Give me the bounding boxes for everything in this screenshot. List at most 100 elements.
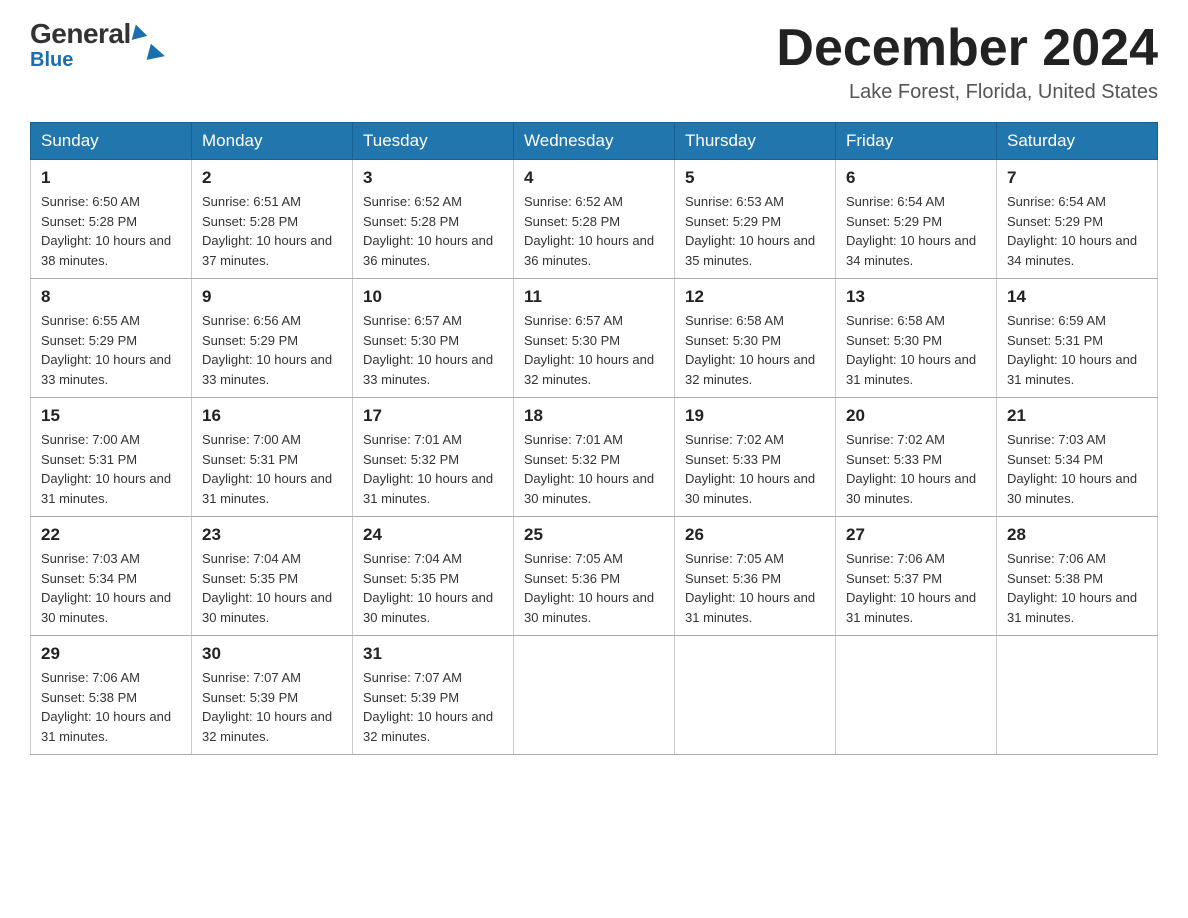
calendar-day-25: 25 Sunrise: 7:05 AMSunset: 5:36 PMDayligh… xyxy=(514,517,675,636)
page-header: General► Blue December 2024 Lake Forest,… xyxy=(30,20,1158,104)
calendar-day-2: 2 Sunrise: 6:51 AMSunset: 5:28 PMDaylight… xyxy=(192,160,353,279)
day-number: 6 xyxy=(846,168,986,188)
day-info: Sunrise: 7:04 AMSunset: 5:35 PMDaylight:… xyxy=(363,549,503,627)
calendar-header-row: SundayMondayTuesdayWednesdayThursdayFrid… xyxy=(31,123,1158,160)
day-number: 20 xyxy=(846,406,986,426)
day-number: 11 xyxy=(524,287,664,307)
day-info: Sunrise: 6:55 AMSunset: 5:29 PMDaylight:… xyxy=(41,311,181,389)
title-area: December 2024 Lake Forest, Florida, Unit… xyxy=(776,20,1158,104)
day-info: Sunrise: 7:06 AMSunset: 5:38 PMDaylight:… xyxy=(41,668,181,746)
calendar-week-2: 8Sunrise: 6:55 AMSunset: 5:29 PMDaylight… xyxy=(31,279,1158,398)
day-info: Sunrise: 7:03 AMSunset: 5:34 PMDaylight:… xyxy=(1007,430,1147,508)
day-number: 29 xyxy=(41,644,181,664)
calendar-day-26: 26Sunrise: 7:05 AMSunset: 5:36 PMDayligh… xyxy=(675,517,836,636)
day-info: Sunrise: 7:00 AMSunset: 5:31 PMDaylight:… xyxy=(202,430,342,508)
day-info: Sunrise: 7:06 AMSunset: 5:38 PMDaylight:… xyxy=(1007,549,1147,627)
day-info: Sunrise: 7:03 AMSunset: 5:34 PMDaylight:… xyxy=(41,549,181,627)
calendar-day-11: 11 Sunrise: 6:57 AMSunset: 5:30 PMDayligh… xyxy=(514,279,675,398)
calendar-day-28: 28 Sunrise: 7:06 AMSunset: 5:38 PMDayligh… xyxy=(997,517,1158,636)
day-info: Sunrise: 6:53 AMSunset: 5:29 PMDaylight:… xyxy=(685,192,825,270)
calendar-day-14: 14 Sunrise: 6:59 AMSunset: 5:31 PMDayligh… xyxy=(997,279,1158,398)
calendar-week-5: 29 Sunrise: 7:06 AMSunset: 5:38 PMDayligh… xyxy=(31,636,1158,755)
day-info: Sunrise: 7:00 AMSunset: 5:31 PMDaylight:… xyxy=(41,430,181,508)
day-number: 27 xyxy=(846,525,986,545)
calendar-day-4: 4 Sunrise: 6:52 AMSunset: 5:28 PMDaylight… xyxy=(514,160,675,279)
day-number: 25 xyxy=(524,525,664,545)
calendar-empty-cell xyxy=(836,636,997,755)
day-number: 4 xyxy=(524,168,664,188)
day-info: Sunrise: 6:57 AMSunset: 5:30 PMDaylight:… xyxy=(524,311,664,389)
day-number: 13 xyxy=(846,287,986,307)
day-number: 15 xyxy=(41,406,181,426)
day-info: Sunrise: 6:54 AMSunset: 5:29 PMDaylight:… xyxy=(1007,192,1147,270)
day-number: 12 xyxy=(685,287,825,307)
calendar-day-20: 20Sunrise: 7:02 AMSunset: 5:33 PMDayligh… xyxy=(836,398,997,517)
day-number: 26 xyxy=(685,525,825,545)
day-number: 16 xyxy=(202,406,342,426)
day-info: Sunrise: 6:59 AMSunset: 5:31 PMDaylight:… xyxy=(1007,311,1147,389)
day-number: 2 xyxy=(202,168,342,188)
calendar-day-5: 5 Sunrise: 6:53 AMSunset: 5:29 PMDaylight… xyxy=(675,160,836,279)
calendar-day-3: 3Sunrise: 6:52 AMSunset: 5:28 PMDaylight… xyxy=(353,160,514,279)
calendar-table: SundayMondayTuesdayWednesdayThursdayFrid… xyxy=(30,122,1158,755)
day-info: Sunrise: 6:50 AMSunset: 5:28 PMDaylight:… xyxy=(41,192,181,270)
day-number: 18 xyxy=(524,406,664,426)
day-info: Sunrise: 7:01 AMSunset: 5:32 PMDaylight:… xyxy=(363,430,503,508)
calendar-day-19: 19 Sunrise: 7:02 AMSunset: 5:33 PMDayligh… xyxy=(675,398,836,517)
day-info: Sunrise: 7:05 AMSunset: 5:36 PMDaylight:… xyxy=(524,549,664,627)
day-number: 22 xyxy=(41,525,181,545)
calendar-day-12: 12 Sunrise: 6:58 AMSunset: 5:30 PMDayligh… xyxy=(675,279,836,398)
calendar-title: December 2024 xyxy=(776,20,1158,77)
calendar-day-6: 6 Sunrise: 6:54 AMSunset: 5:29 PMDaylight… xyxy=(836,160,997,279)
calendar-day-24: 24 Sunrise: 7:04 AMSunset: 5:35 PMDayligh… xyxy=(353,517,514,636)
calendar-day-29: 29 Sunrise: 7:06 AMSunset: 5:38 PMDayligh… xyxy=(31,636,192,755)
day-info: Sunrise: 6:52 AMSunset: 5:28 PMDaylight:… xyxy=(524,192,664,270)
calendar-day-18: 18 Sunrise: 7:01 AMSunset: 5:32 PMDayligh… xyxy=(514,398,675,517)
calendar-header-saturday: Saturday xyxy=(997,123,1158,160)
logo: General► Blue xyxy=(30,20,147,70)
day-info: Sunrise: 6:57 AMSunset: 5:30 PMDaylight:… xyxy=(363,311,503,389)
calendar-week-3: 15 Sunrise: 7:00 AMSunset: 5:31 PMDayligh… xyxy=(31,398,1158,517)
calendar-day-7: 7Sunrise: 6:54 AMSunset: 5:29 PMDaylight… xyxy=(997,160,1158,279)
day-number: 24 xyxy=(363,525,503,545)
day-info: Sunrise: 7:02 AMSunset: 5:33 PMDaylight:… xyxy=(685,430,825,508)
logo-name-top: General► xyxy=(30,20,147,48)
calendar-day-13: 13 Sunrise: 6:58 AMSunset: 5:30 PMDayligh… xyxy=(836,279,997,398)
calendar-day-30: 30Sunrise: 7:07 AMSunset: 5:39 PMDayligh… xyxy=(192,636,353,755)
day-number: 28 xyxy=(1007,525,1147,545)
calendar-header-sunday: Sunday xyxy=(31,123,192,160)
calendar-day-27: 27 Sunrise: 7:06 AMSunset: 5:37 PMDayligh… xyxy=(836,517,997,636)
day-number: 1 xyxy=(41,168,181,188)
calendar-week-4: 22 Sunrise: 7:03 AMSunset: 5:34 PMDayligh… xyxy=(31,517,1158,636)
day-number: 21 xyxy=(1007,406,1147,426)
calendar-day-17: 17Sunrise: 7:01 AMSunset: 5:32 PMDayligh… xyxy=(353,398,514,517)
calendar-day-9: 9 Sunrise: 6:56 AMSunset: 5:29 PMDaylight… xyxy=(192,279,353,398)
day-info: Sunrise: 6:58 AMSunset: 5:30 PMDaylight:… xyxy=(846,311,986,389)
calendar-subtitle: Lake Forest, Florida, United States xyxy=(776,81,1158,104)
calendar-empty-cell xyxy=(997,636,1158,755)
day-info: Sunrise: 6:58 AMSunset: 5:30 PMDaylight:… xyxy=(685,311,825,389)
day-info: Sunrise: 7:07 AMSunset: 5:39 PMDaylight:… xyxy=(363,668,503,746)
day-number: 3 xyxy=(363,168,503,188)
calendar-day-15: 15 Sunrise: 7:00 AMSunset: 5:31 PMDayligh… xyxy=(31,398,192,517)
day-info: Sunrise: 6:51 AMSunset: 5:28 PMDaylight:… xyxy=(202,192,342,270)
day-info: Sunrise: 6:54 AMSunset: 5:29 PMDaylight:… xyxy=(846,192,986,270)
day-info: Sunrise: 6:56 AMSunset: 5:29 PMDaylight:… xyxy=(202,311,342,389)
day-number: 19 xyxy=(685,406,825,426)
day-number: 14 xyxy=(1007,287,1147,307)
calendar-header-thursday: Thursday xyxy=(675,123,836,160)
day-number: 31 xyxy=(363,644,503,664)
calendar-header-friday: Friday xyxy=(836,123,997,160)
day-info: Sunrise: 7:04 AMSunset: 5:35 PMDaylight:… xyxy=(202,549,342,627)
calendar-day-8: 8Sunrise: 6:55 AMSunset: 5:29 PMDaylight… xyxy=(31,279,192,398)
day-number: 5 xyxy=(685,168,825,188)
day-info: Sunrise: 7:01 AMSunset: 5:32 PMDaylight:… xyxy=(524,430,664,508)
day-number: 30 xyxy=(202,644,342,664)
day-info: Sunrise: 7:06 AMSunset: 5:37 PMDaylight:… xyxy=(846,549,986,627)
day-number: 23 xyxy=(202,525,342,545)
day-number: 9 xyxy=(202,287,342,307)
calendar-day-1: 1 Sunrise: 6:50 AMSunset: 5:28 PMDaylight… xyxy=(31,160,192,279)
calendar-header-wednesday: Wednesday xyxy=(514,123,675,160)
calendar-day-10: 10Sunrise: 6:57 AMSunset: 5:30 PMDayligh… xyxy=(353,279,514,398)
logo-arrow-icon: ► xyxy=(131,24,149,43)
